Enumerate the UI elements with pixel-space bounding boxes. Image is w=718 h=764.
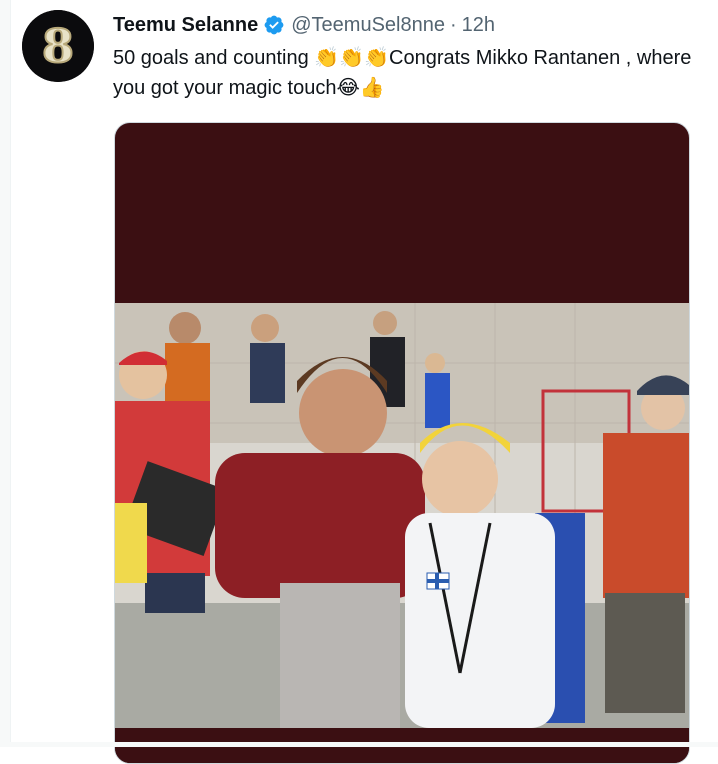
avatar-glyph: 8 <box>42 19 74 73</box>
number-8-logo-icon: 8 <box>22 10 94 82</box>
bottom-edge <box>0 742 718 747</box>
tweet-media[interactable] <box>114 122 690 764</box>
avatar[interactable]: 8 <box>22 10 94 82</box>
author-name[interactable]: Teemu Selanne <box>113 14 258 37</box>
laughing-thumbsup-emoji-icon: 😂👍 <box>336 75 385 99</box>
tweet-text: 50 goals and counting 👏👏👏Congrats Mikko … <box>113 43 713 103</box>
left-rail <box>0 0 11 747</box>
separator-dot: · <box>449 13 457 36</box>
tweet-header: Teemu Selanne @TeemuSel8nne · 12h <box>113 12 495 38</box>
verified-badge-icon[interactable] <box>263 14 285 36</box>
timestamp[interactable]: 12h <box>462 14 495 37</box>
photo-image <box>115 303 689 728</box>
tweet-text-part1: 50 goals and counting <box>113 47 315 69</box>
clapping-hands-emoji-icon: 👏👏👏 <box>314 45 389 69</box>
author-handle[interactable]: @TeemuSel8nne <box>291 14 445 37</box>
